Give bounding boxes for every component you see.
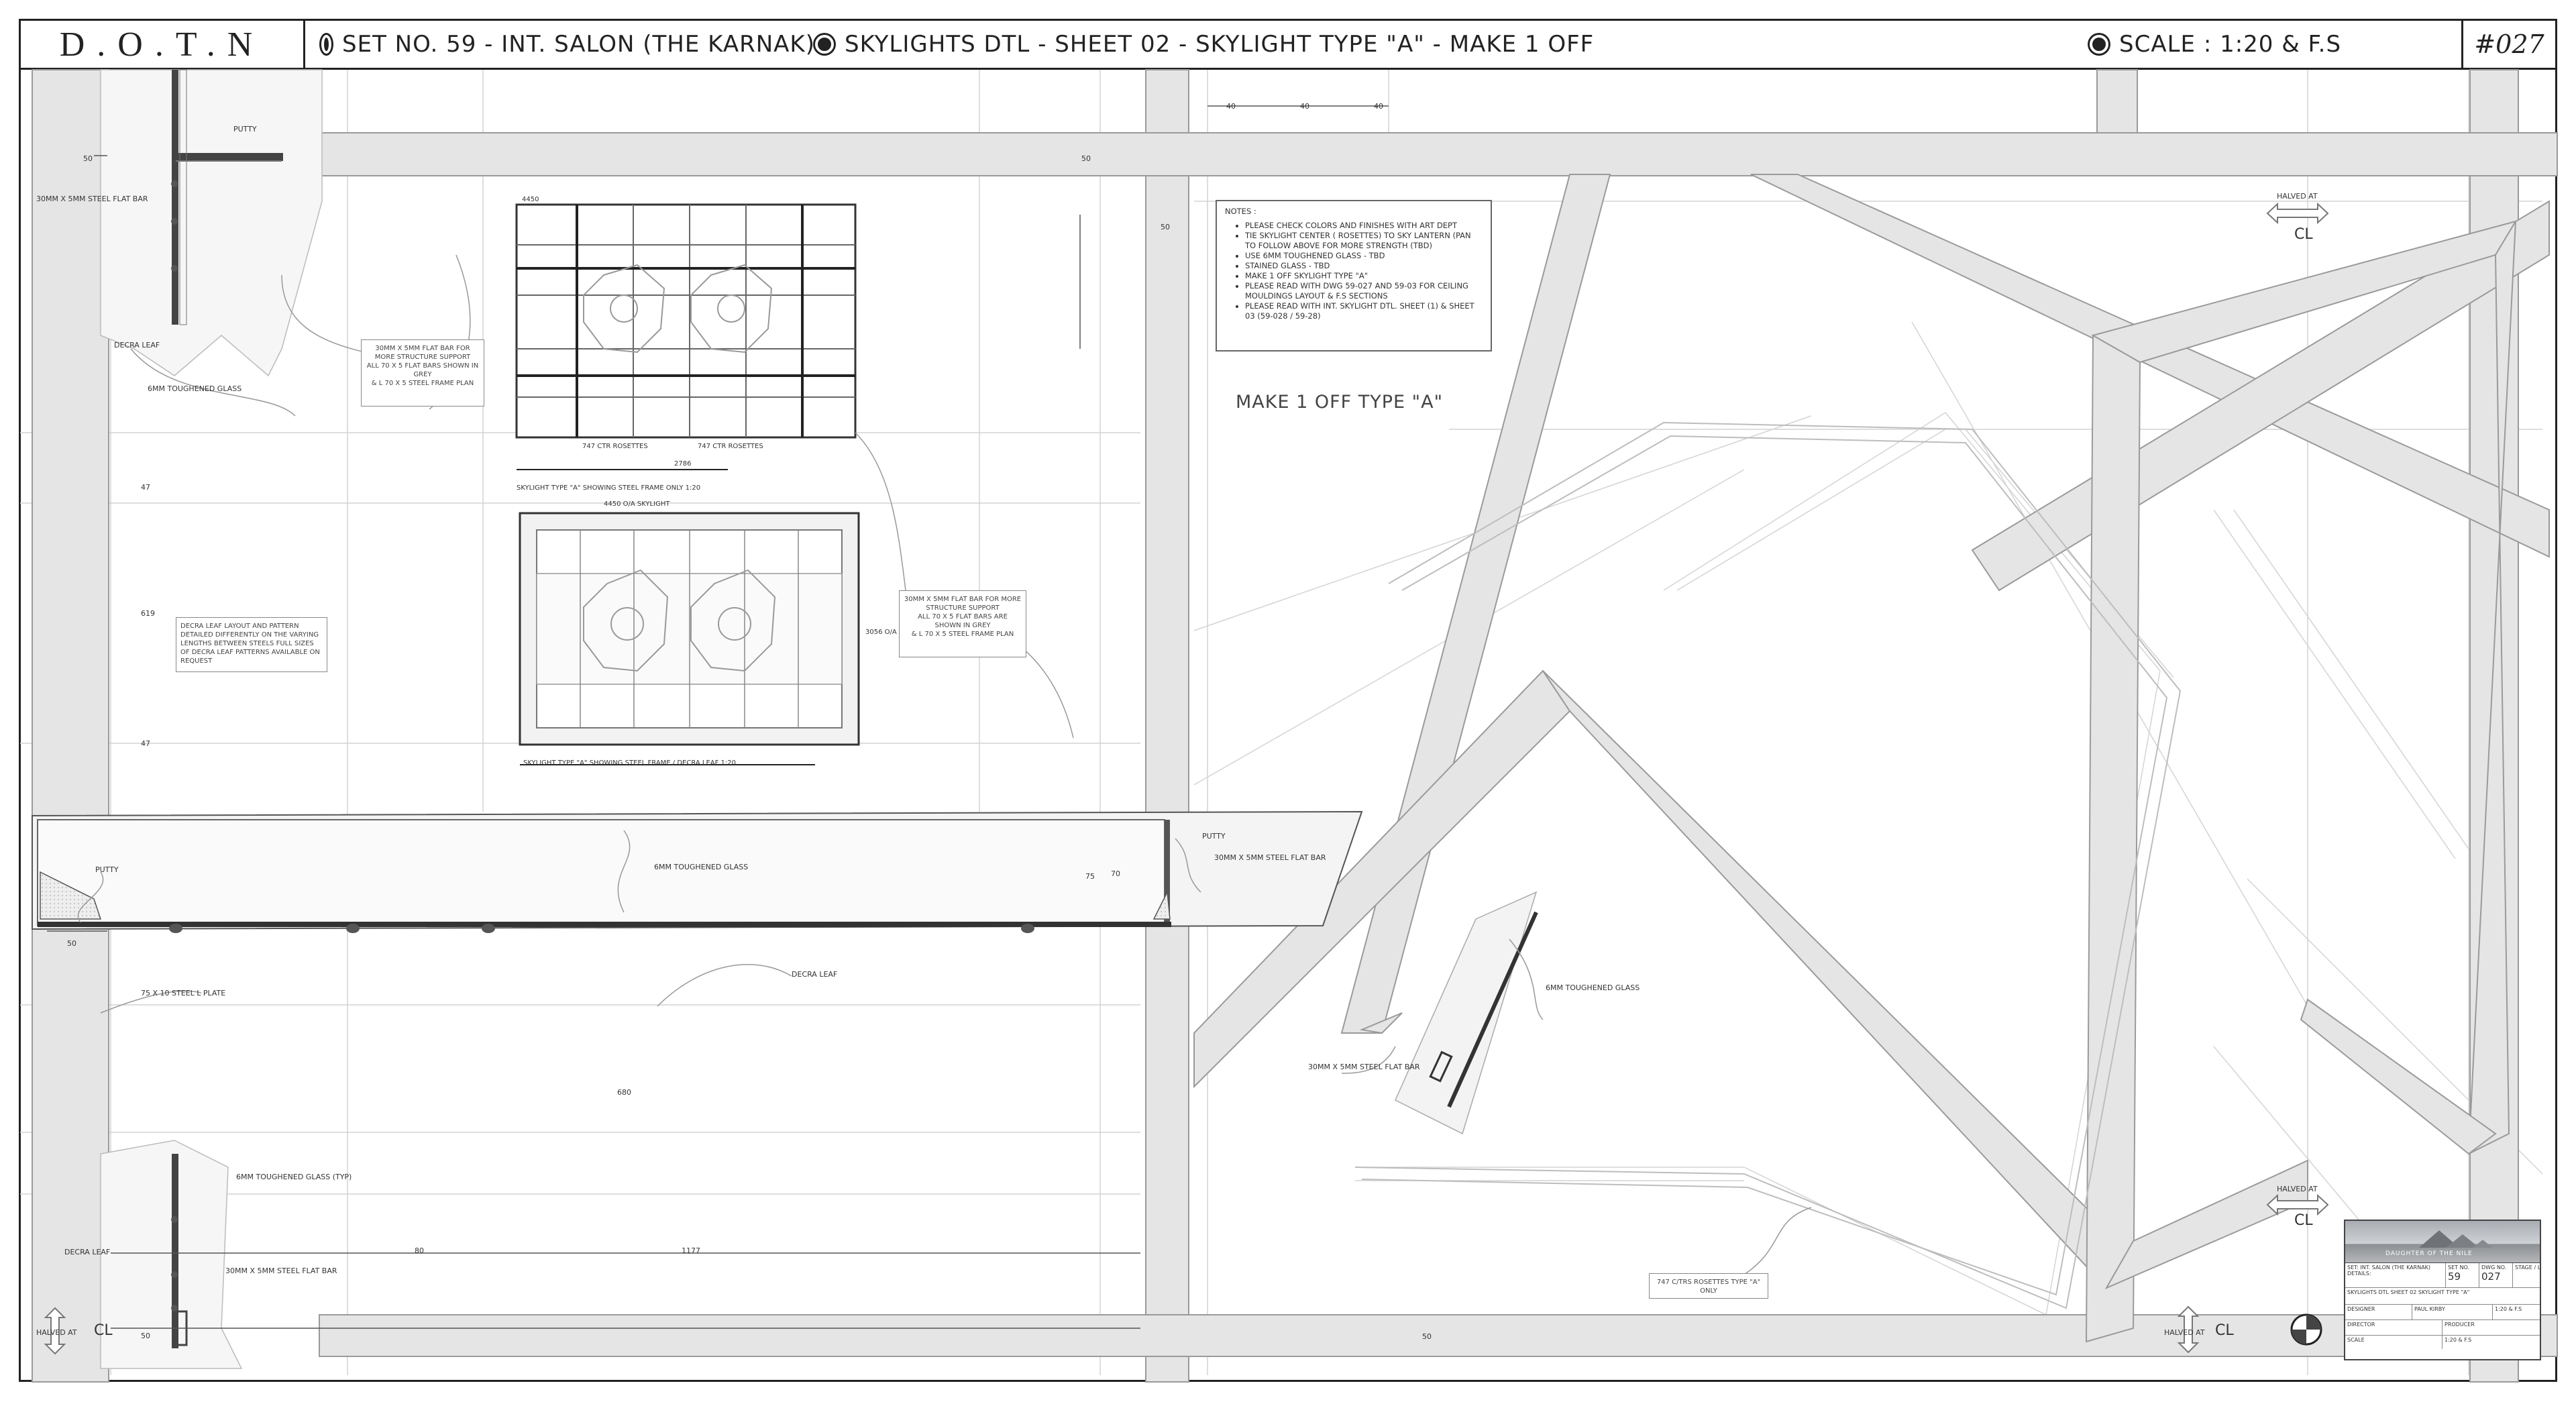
tb-row-set: SET: INT. SALON (THE KARNAK) DETAILS: SET…	[2345, 1263, 2540, 1288]
label-rosette-top: 4450	[522, 196, 539, 203]
drawing-sheet: D.O.T.N SET NO. 59 - INT. SALON (THE KAR…	[0, 0, 2576, 1402]
glass-section-strip	[32, 810, 1363, 933]
centerline-symbols	[2290, 1313, 2322, 1346]
label-putty-top: PUTTY	[233, 125, 257, 133]
title-block: DAUGHTER OF THE NILE SET: INT. SALON (TH…	[2344, 1220, 2541, 1360]
dim-75-section: 75	[1085, 872, 1095, 881]
tb-stage: STAGE / LOCATION	[2515, 1264, 2540, 1271]
rosette-label-1: 747 CTR ROSETTES	[582, 443, 648, 450]
label-decra-leaf-lower: DECRA LEAF	[64, 1248, 110, 1256]
dim-50-section: 50	[67, 939, 76, 948]
note-item: PLEASE READ WITH DWG 59-027 AND 59-03 FO…	[1245, 281, 1483, 301]
label-decra-leaf-left: DECRA LEAF	[114, 341, 160, 349]
label-halved-at-2: HALVED AT	[2277, 1185, 2318, 1193]
label-halved-at-1: HALVED AT	[2277, 192, 2318, 201]
label-putty-section-l: PUTTY	[95, 865, 119, 874]
label-halved-at-3: HALVED AT	[2164, 1328, 2205, 1337]
dim-47-b: 47	[141, 739, 150, 748]
dim-50-top-r: 50	[1081, 154, 1091, 163]
label-steel-bar-left: 30MM X 5MM STEEL FLAT BAR	[36, 195, 148, 203]
rosette-note: 747 C/TRS ROSETTES TYPE "A" ONLY	[1649, 1273, 1768, 1299]
tb-row-director: DIRECTOR PRODUCER	[2345, 1320, 2540, 1336]
general-notes: NOTES : PLEASE CHECK COLORS AND FINISHES…	[1216, 200, 1492, 352]
note-item: MAKE 1 OFF SKYLIGHT TYPE "A"	[1245, 271, 1483, 281]
plan1-caption: SKYLIGHT TYPE "A" SHOWING STEEL FRAME ON…	[517, 484, 700, 492]
plan2-height: 3056 O/A	[865, 629, 897, 636]
label-glass-lower: 6MM TOUGHENED GLASS (TYP)	[236, 1173, 352, 1181]
dim-40-a: 40	[1226, 102, 1236, 111]
structure-support-note-2: 30MM X 5MM FLAT BAR FOR MORE STRUCTURE S…	[899, 590, 1026, 657]
note-item: USE 6MM TOUGHENED GLASS - TBD	[1245, 251, 1483, 261]
label-steel-bar-section: 30MM X 5MM STEEL FLAT BAR	[1214, 853, 1326, 862]
notes-title: NOTES :	[1225, 207, 1256, 216]
label-putty-section-r: PUTTY	[1202, 832, 1226, 841]
tb-row-designer: DESIGNER PAUL KIRBY 1:20 & F.S	[2345, 1305, 2540, 1320]
tb-row-scale: SCALE 1:20 & F.S	[2345, 1336, 2540, 1349]
tb-row-details: SKYLIGHTS DTL SHEET 02 SKYLIGHT TYPE "A"	[2345, 1288, 2540, 1305]
production-photo: DAUGHTER OF THE NILE	[2345, 1221, 2540, 1263]
note-item: TIE SKYLIGHT CENTER ( ROSETTES) TO SKY L…	[1245, 231, 1483, 251]
label-l-plate: 75 X 10 STEEL L PLATE	[141, 989, 225, 997]
diagonal-section	[1395, 891, 1538, 1135]
label-glass-section: 6MM TOUGHENED GLASS	[654, 863, 748, 871]
cl-mark-3: CL	[2215, 1322, 2234, 1339]
dim-40-b: 40	[1300, 102, 1309, 111]
label-steel-bar-lower: 30MM X 5MM STEEL FLAT BAR	[225, 1266, 337, 1275]
dim-70-section: 70	[1111, 869, 1120, 878]
cl-mark-2: CL	[2294, 1212, 2313, 1229]
dim-40-c: 40	[1374, 102, 1383, 111]
notes-list: PLEASE CHECK COLORS AND FINISHES WITH AR…	[1225, 221, 1483, 321]
dim-47-a: 47	[141, 483, 150, 492]
tee-section-top	[100, 69, 323, 377]
dim-50-lower-l: 50	[141, 1332, 150, 1340]
rosette-label-2: 747 CTR ROSETTES	[698, 443, 763, 450]
skylight-plan-decra	[519, 512, 860, 765]
note-item: PLEASE READ WITH INT. SKYLIGHT DTL. SHEE…	[1245, 301, 1483, 321]
dim-680: 680	[617, 1088, 631, 1097]
width-total: 2786	[674, 460, 691, 468]
cl-mark-4: CL	[94, 1322, 113, 1339]
dim-50-bottom: 50	[1422, 1332, 1432, 1341]
skylight-plan-frame	[515, 203, 857, 470]
dim-619: 619	[141, 609, 155, 618]
plan2-caption: SKYLIGHT TYPE "A" SHOWING STEEL FRAME / …	[523, 759, 736, 767]
tb-set: SET: INT. SALON (THE KARNAK) DETAILS:	[2345, 1263, 2446, 1287]
dim-1177: 1177	[682, 1246, 700, 1255]
tb-dwg-no: DWG NO. 027	[2479, 1263, 2513, 1287]
dim-80: 80	[415, 1246, 424, 1255]
label-halved-at-4: HALVED AT	[36, 1328, 77, 1337]
decra-leaf-note: DECRA LEAF LAYOUT AND PATTERN DETAILED D…	[176, 617, 327, 672]
dim-50-col: 50	[1161, 223, 1170, 231]
tee-section-bottom	[100, 1140, 243, 1369]
tb-set-no: SET NO. 59	[2446, 1263, 2479, 1287]
note-item: PLEASE CHECK COLORS AND FINISHES WITH AR…	[1245, 221, 1483, 231]
label-steel-bar-diag: 30MM X 5MM STEEL FLAT BAR	[1308, 1063, 1420, 1071]
label-glass-diag: 6MM TOUGHENED GLASS	[1546, 983, 1640, 992]
leader-lines	[100, 254, 1812, 1275]
plan2-top-dim: 4450 O/A SKYLIGHT	[604, 500, 670, 508]
label-glass-left: 6MM TOUGHENED GLASS	[148, 384, 241, 393]
make-one-off-label: MAKE 1 OFF TYPE "A"	[1236, 392, 1443, 413]
note-item: STAINED GLASS - TBD	[1245, 261, 1483, 271]
dim-50-top: 50	[83, 154, 93, 163]
cl-mark-1: CL	[2294, 226, 2313, 243]
label-decra-leaf-mid: DECRA LEAF	[792, 970, 837, 979]
structure-support-note-1: 30MM X 5MM FLAT BAR FOR MORE STRUCTURE S…	[361, 339, 484, 407]
